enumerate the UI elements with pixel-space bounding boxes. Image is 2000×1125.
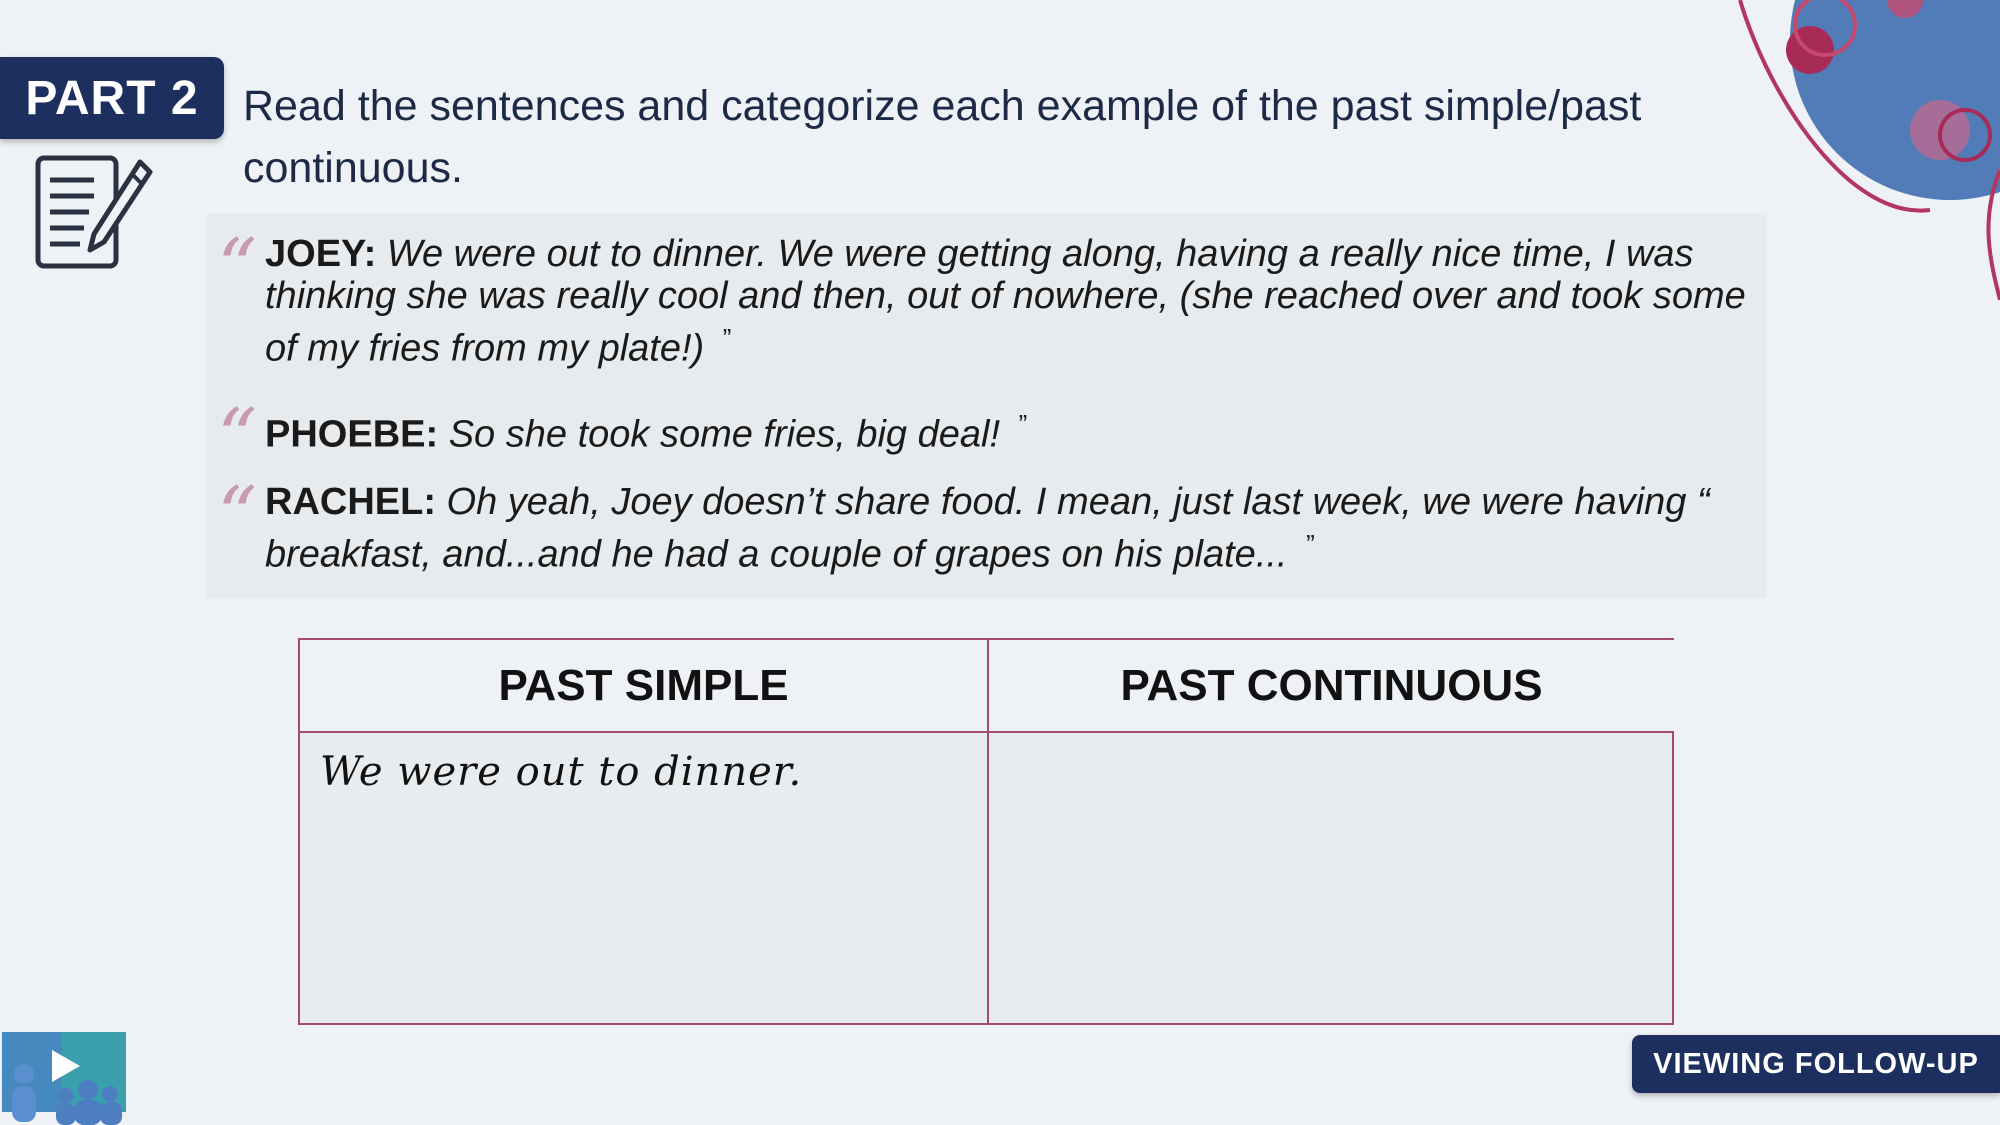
- cell-past-continuous[interactable]: [989, 733, 1674, 1025]
- quote-line: So she took some fries, big deal!: [448, 413, 1000, 456]
- close-quote-icon: ”: [1018, 409, 1028, 439]
- speaker-name: JOEY:: [265, 233, 377, 275]
- quote-line: We were out to dinner. We were getting a…: [265, 233, 1746, 370]
- viewing-follow-up-label: VIEWING FOLLOW-UP: [1653, 1047, 1979, 1080]
- video-group-icon[interactable]: [2, 1032, 126, 1125]
- close-quote-icon: ”: [722, 323, 732, 353]
- header-past-simple: PAST SIMPLE: [300, 640, 989, 733]
- part-badge-label: PART 2: [25, 71, 199, 125]
- open-quote-icon: “: [217, 471, 257, 561]
- past-simple-answer: We were out to dinner.: [320, 749, 803, 795]
- tense-table: PAST SIMPLE PAST CONTINUOUS We were out …: [298, 638, 1674, 1025]
- part-badge: PART 2: [0, 57, 224, 139]
- quotes-panel: “ JOEY: We were out to dinner. We were g…: [207, 213, 1767, 598]
- speaker-name: RACHEL:: [265, 481, 436, 523]
- instruction-text: Read the sentences and categorize each e…: [243, 82, 1642, 192]
- open-quote-icon: “: [217, 223, 257, 313]
- document-pencil-icon: [35, 155, 153, 269]
- cell-past-simple[interactable]: We were out to dinner.: [300, 733, 989, 1025]
- quote-line: Oh yeah, Joey doesn’t share food. I mean…: [265, 481, 1710, 576]
- viewing-follow-up-button[interactable]: VIEWING FOLLOW-UP: [1632, 1035, 2000, 1093]
- open-quote-icon: “: [217, 393, 257, 483]
- speaker-name: PHOEBE:: [265, 413, 439, 456]
- header-past-continuous: PAST CONTINUOUS: [989, 640, 1674, 733]
- close-quote-icon: ”: [1306, 529, 1315, 559]
